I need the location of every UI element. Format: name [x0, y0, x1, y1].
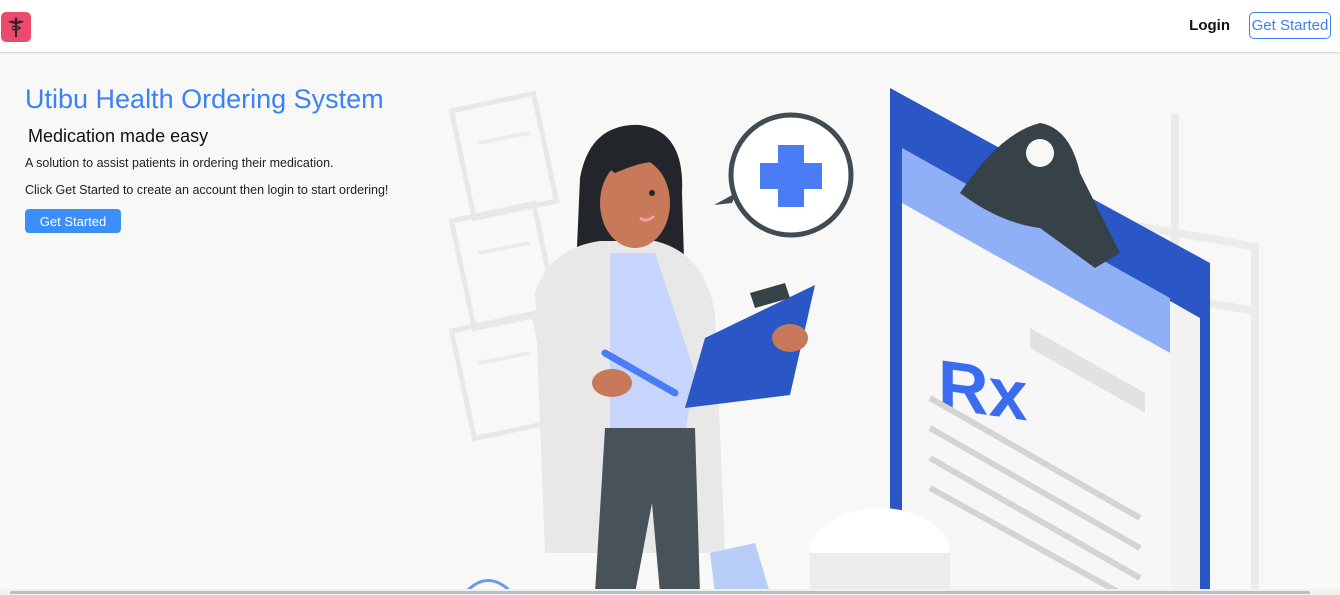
- get-started-nav-button[interactable]: Get Started: [1249, 12, 1331, 39]
- rx-label: Rx: [938, 344, 1027, 435]
- get-started-button[interactable]: Get Started: [25, 209, 121, 233]
- hero-description: A solution to assist patients in orderin…: [25, 156, 334, 170]
- caduceus-icon: [8, 17, 24, 37]
- login-link[interactable]: Login: [1189, 17, 1230, 34]
- navbar: Login Get Started: [0, 0, 1340, 53]
- horizontal-scrollbar[interactable]: [0, 589, 1340, 595]
- prescription-clipboard: Rx: [890, 88, 1210, 593]
- hero-subtitle: Medication made easy: [28, 126, 209, 146]
- hero-section: Utibu Health Ordering System Medication …: [0, 53, 1340, 593]
- medical-cross-icon: [714, 112, 854, 238]
- logo[interactable]: [1, 12, 31, 42]
- hero-illustration: Rx: [448, 88, 1259, 593]
- scrollbar-thumb[interactable]: [10, 591, 1310, 594]
- hero-instruction: Click Get Started to create an account t…: [25, 183, 389, 197]
- page-title: Utibu Health Ordering System: [25, 84, 384, 114]
- doctor-figure: [535, 124, 725, 593]
